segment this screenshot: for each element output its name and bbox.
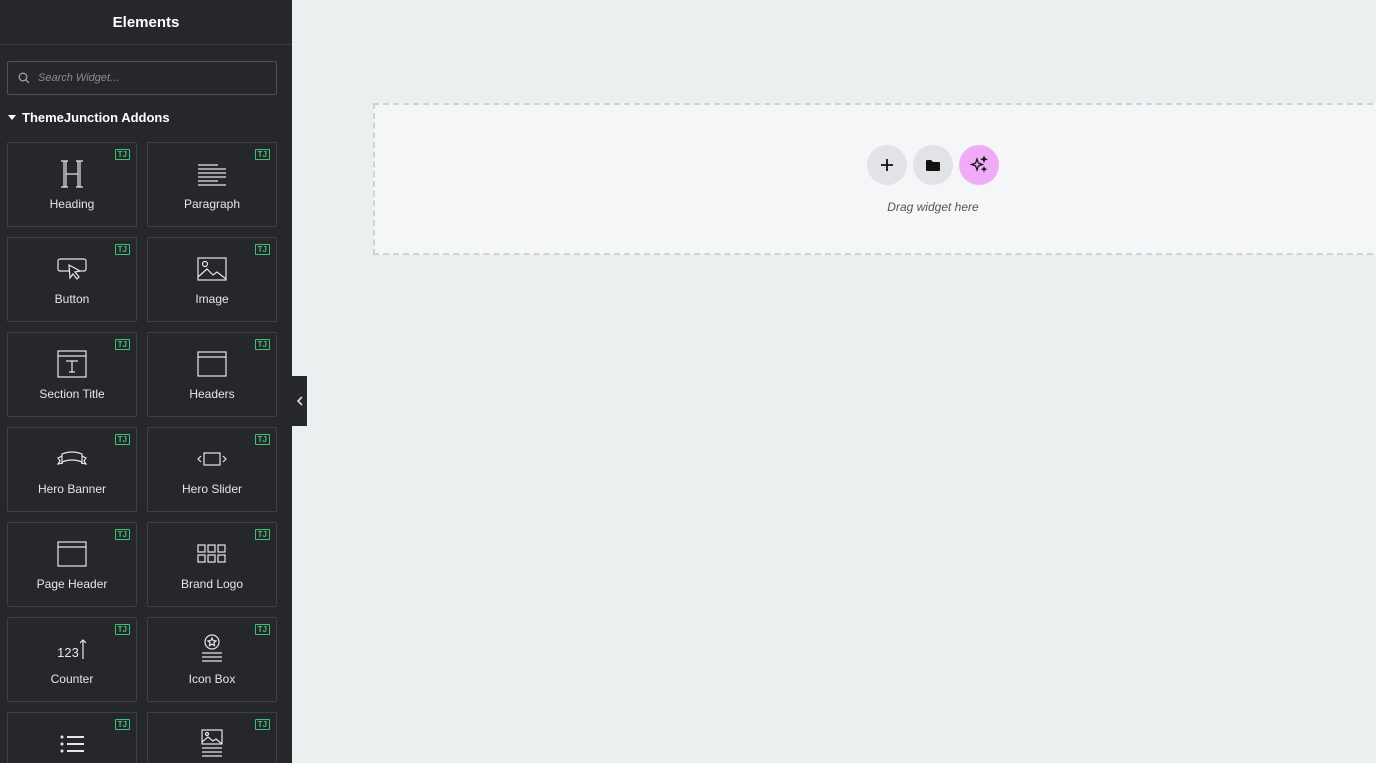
widget-image[interactable]: TJ Image <box>147 237 277 322</box>
icon-box-icon <box>192 632 232 666</box>
widget-page-header[interactable]: TJ Page Header <box>7 522 137 607</box>
widget-heading[interactable]: TJ Heading <box>7 142 137 227</box>
list-icon <box>52 727 92 761</box>
widget-label: Page Header <box>36 577 108 591</box>
widget-grid: TJ Heading TJ Paragraph TJ Button TJ Ima… <box>7 142 277 763</box>
widget-hero-slider[interactable]: TJ Hero Slider <box>147 427 277 512</box>
button-icon <box>52 252 92 286</box>
tj-badge: TJ <box>254 434 270 445</box>
widget-label: Paragraph <box>183 197 241 211</box>
headers-icon <box>192 347 232 381</box>
category-label: ThemeJunction Addons <box>22 110 170 125</box>
section-title-icon <box>52 347 92 381</box>
ai-button[interactable] <box>959 145 999 185</box>
drop-zone-hint: Drag widget here <box>887 200 979 214</box>
widget-section-title[interactable]: TJ Section Title <box>7 332 137 417</box>
tj-badge: TJ <box>114 719 130 730</box>
widget-brand-logo[interactable]: TJ Brand Logo <box>147 522 277 607</box>
folder-icon <box>926 159 940 171</box>
widget-label: Hero Slider <box>181 482 243 496</box>
widget-label: Heading <box>49 197 95 211</box>
widget-icon-box[interactable]: TJ Icon Box <box>147 617 277 702</box>
collapse-panel-button[interactable] <box>292 376 307 426</box>
add-section-button[interactable] <box>867 145 907 185</box>
panel-title: Elements <box>0 0 292 45</box>
tj-badge: TJ <box>254 624 270 635</box>
widget-label: Button <box>54 292 90 306</box>
widget-label: Icon Box <box>188 672 236 686</box>
tj-badge: TJ <box>254 244 270 255</box>
widget-label: Image <box>195 292 229 306</box>
search-input[interactable] <box>38 72 258 84</box>
tj-badge: TJ <box>114 529 130 540</box>
tj-badge: TJ <box>114 624 130 635</box>
elements-panel: Elements ThemeJunction Addons TJ Heading… <box>0 0 292 763</box>
widget-label: Counter <box>50 672 94 686</box>
tj-badge: TJ <box>114 149 130 160</box>
category-toggle[interactable]: ThemeJunction Addons <box>8 110 170 125</box>
tj-badge: TJ <box>114 339 130 350</box>
drop-zone[interactable]: Drag widget here <box>373 103 1376 255</box>
widget-hero-banner[interactable]: TJ Hero Banner <box>7 427 137 512</box>
widget-paragraph[interactable]: TJ Paragraph <box>147 142 277 227</box>
search-icon <box>18 72 30 84</box>
sparkle-icon <box>970 156 988 173</box>
page-header-icon <box>52 537 92 571</box>
widget-label: Brand Logo <box>180 577 244 591</box>
tj-badge: TJ <box>114 244 130 255</box>
heading-icon <box>52 157 92 191</box>
widget-image-text[interactable]: TJ <box>147 712 277 763</box>
plus-icon <box>881 159 893 171</box>
hero-banner-icon <box>52 442 92 476</box>
widget-headers[interactable]: TJ Headers <box>147 332 277 417</box>
tj-badge: TJ <box>254 719 270 730</box>
chevron-left-icon <box>296 396 303 406</box>
widget-counter[interactable]: TJ 123 Counter <box>7 617 137 702</box>
add-template-button[interactable] <box>913 145 953 185</box>
tj-badge: TJ <box>254 339 270 350</box>
hero-slider-icon <box>192 442 232 476</box>
tj-badge: TJ <box>114 434 130 445</box>
widget-label: Hero Banner <box>37 482 107 496</box>
image-text-icon <box>192 727 232 761</box>
brand-logo-icon <box>192 537 232 571</box>
caret-down-icon <box>8 115 16 120</box>
widget-list[interactable]: TJ <box>7 712 137 763</box>
tj-badge: TJ <box>254 529 270 540</box>
paragraph-icon <box>192 157 232 191</box>
counter-icon: 123 <box>52 632 92 666</box>
drop-zone-actions <box>867 145 999 185</box>
counter-digits: 123 <box>57 644 79 660</box>
widget-label: Headers <box>189 387 235 401</box>
widget-button[interactable]: TJ Button <box>7 237 137 322</box>
widget-label: Section Title <box>39 387 105 401</box>
search-box[interactable] <box>7 61 277 95</box>
image-icon <box>192 252 232 286</box>
tj-badge: TJ <box>254 149 270 160</box>
